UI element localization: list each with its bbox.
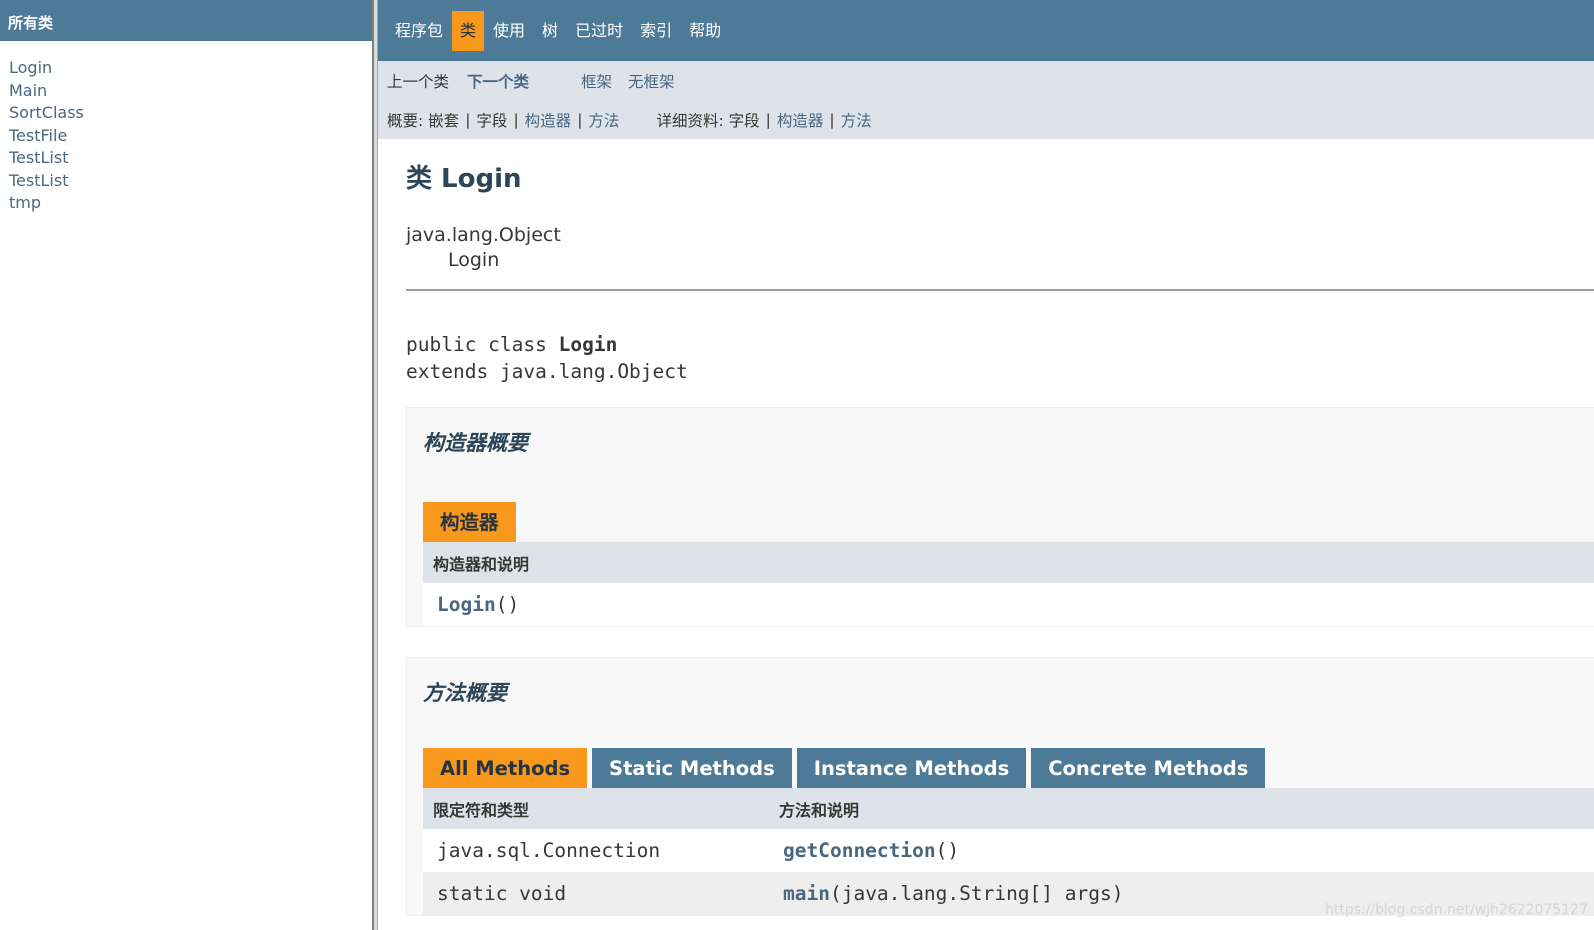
col-header-method: 方法和说明: [779, 800, 860, 820]
tab-all-methods[interactable]: All Methods: [423, 748, 588, 788]
method-summary-heading: 方法概要: [423, 681, 507, 705]
inheritance-child: Login: [448, 249, 500, 271]
detail-field: 字段: [728, 111, 760, 130]
constructor-link-login[interactable]: Login: [437, 593, 496, 616]
constructor-summary-heading: 构造器概要: [423, 431, 528, 455]
summary-method-link[interactable]: 方法: [588, 109, 619, 131]
col-header-constructor: 构造器和说明: [433, 554, 530, 574]
method-modifier: java.sql.Connection: [437, 839, 661, 862]
summary-constructor-link[interactable]: 构造器: [525, 109, 572, 131]
subnav-row-summary: 概要: 嵌套 | 字段 | 构造器 | 方法 详细资料: 字段 | 构造器 | …: [378, 100, 1594, 139]
method-link-main[interactable]: main: [783, 882, 830, 905]
subnav-row-nav: 上一个类 下一个类 框架 无框架: [378, 61, 1594, 100]
detail-method-link[interactable]: 方法: [841, 109, 872, 131]
detail-constructor-link[interactable]: 构造器: [777, 109, 824, 131]
table-row: Login(): [423, 583, 1594, 626]
class-content: 类 Login java.lang.Object Login public cl…: [378, 161, 1594, 916]
page-title: 类 Login: [406, 164, 522, 194]
separator: |: [513, 110, 519, 129]
method-summary: 方法概要 All Methods Static Methods Instance…: [406, 657, 1594, 916]
table-row: java.sql.Connection getConnection(): [423, 829, 1594, 872]
watermark: https://blog.csdn.net/wjh2622075127: [1324, 902, 1588, 918]
summary-field: 字段: [476, 111, 508, 130]
nav-package[interactable]: 程序包: [387, 11, 451, 51]
nav-deprecated[interactable]: 已过时: [567, 11, 631, 51]
class-link-main[interactable]: Main: [9, 81, 47, 100]
class-link-testlist[interactable]: TestList: [9, 148, 68, 167]
frames-link[interactable]: 框架: [581, 70, 612, 92]
inheritance-tree: java.lang.Object Login: [406, 223, 1594, 273]
nav-help[interactable]: 帮助: [681, 11, 729, 51]
sub-navbar: 上一个类 下一个类 框架 无框架 概要: 嵌套 | 字段 | 构造器 | 方法 …: [378, 61, 1594, 139]
method-params: (): [935, 839, 960, 862]
tab-concrete-methods[interactable]: Concrete Methods: [1031, 748, 1266, 788]
summary-nested: 嵌套: [428, 111, 460, 130]
class-link-testlist-2[interactable]: TestList: [9, 171, 68, 190]
nav-tree[interactable]: 树: [534, 11, 566, 51]
nav-use[interactable]: 使用: [485, 11, 533, 51]
constructor-tabs: 构造器: [423, 502, 1594, 542]
nav-index[interactable]: 索引: [632, 11, 680, 51]
nav-class: 类: [452, 10, 485, 51]
list-item: tmp: [9, 192, 372, 215]
separator: |: [829, 110, 835, 129]
decl-prefix: public class: [406, 333, 559, 356]
list-item: TestList: [9, 147, 372, 170]
separator: |: [465, 110, 471, 129]
list-item: TestList: [9, 170, 372, 193]
top-navbar: 程序包 类 使用 树 已过时 索引 帮助: [378, 0, 1594, 61]
method-link-getconnection[interactable]: getConnection: [783, 839, 936, 862]
class-link-login[interactable]: Login: [9, 58, 52, 77]
prev-class: 上一个类: [387, 72, 450, 91]
divider-line: [406, 289, 1594, 291]
col-header-modifier: 限定符和类型: [433, 800, 530, 820]
class-link-testfile[interactable]: TestFile: [9, 126, 67, 145]
constructor-table: 构造器和说明 Login(): [423, 542, 1594, 626]
table-header: 限定符和类型 方法和说明: [423, 788, 1594, 829]
class-link-sortclass[interactable]: SortClass: [9, 103, 84, 122]
all-classes-frame: 所有类 Login Main SortClass TestFile TestLi…: [0, 0, 372, 930]
constructor-summary: 构造器概要 构造器 构造器和说明 Login(): [406, 407, 1594, 627]
class-link-tmp[interactable]: tmp: [9, 193, 41, 212]
method-table: 限定符和类型 方法和说明 java.sql.Connection getConn…: [423, 788, 1594, 915]
method-modifier: static void: [437, 882, 567, 905]
tab-constructors: 构造器: [423, 502, 516, 542]
method-params: (java.lang.String[] args): [829, 882, 1124, 905]
separator: |: [577, 110, 583, 129]
table-header: 构造器和说明: [423, 542, 1594, 583]
list-item: Main: [9, 80, 372, 103]
no-frames-link[interactable]: 无框架: [628, 70, 675, 92]
summary-label: 概要:: [387, 111, 424, 130]
tab-instance-methods[interactable]: Instance Methods: [796, 748, 1027, 788]
next-class-link[interactable]: 下一个类: [467, 70, 529, 92]
class-declaration: public class Login extends java.lang.Obj…: [406, 331, 1594, 385]
detail-label: 详细资料:: [656, 111, 724, 130]
list-item: SortClass: [9, 102, 372, 125]
all-classes-header: 所有类: [0, 0, 372, 41]
separator: |: [765, 110, 771, 129]
list-item: Login: [9, 57, 372, 80]
decl-name: Login: [558, 333, 618, 356]
tab-static-methods[interactable]: Static Methods: [592, 748, 792, 788]
class-doc-frame: 程序包 类 使用 树 已过时 索引 帮助 上一个类 下一个类 框架 无框架 概要…: [378, 0, 1594, 930]
method-tabs: All Methods Static Methods Instance Meth…: [423, 748, 1594, 788]
inheritance-parent: java.lang.Object: [406, 224, 561, 246]
constructor-params: (): [495, 593, 520, 616]
class-list: Login Main SortClass TestFile TestList T…: [0, 41, 372, 215]
decl-extends: extends java.lang.Object: [406, 360, 688, 383]
list-item: TestFile: [9, 125, 372, 148]
